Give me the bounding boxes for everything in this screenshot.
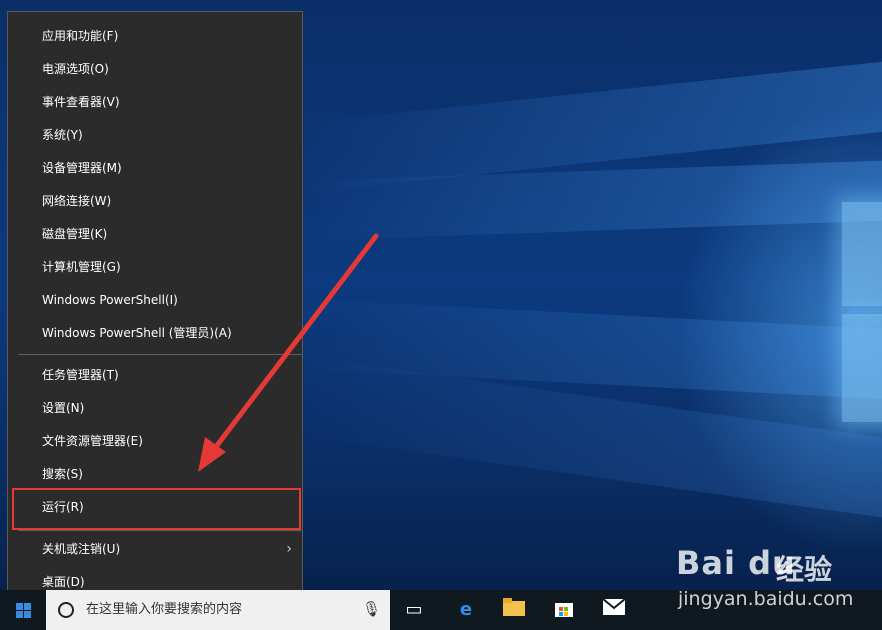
menu-item-label: 电源选项(O) [42,62,109,76]
menu-item-label: 设备管理器(M) [42,161,122,175]
start-logo-square [16,603,23,610]
menu-item-powershell-admin[interactable]: Windows PowerShell (管理员)(A) [8,317,302,350]
menu-item-label: 任务管理器(T) [42,368,119,382]
menu-item-label: 设置(N) [42,401,85,415]
menu-item-powershell[interactable]: Windows PowerShell(I) [8,284,302,317]
folder-shape [503,598,525,616]
run-highlight-box [12,488,301,530]
microphone-icon[interactable]: 🎙 [362,600,381,618]
menu-item-label: 磁盘管理(K) [42,227,108,241]
menu-item-computer-management[interactable]: 计算机管理(G) [8,251,302,284]
menu-item-label: 事件查看器(V) [42,95,120,109]
menu-item-apps-features[interactable]: 应用和功能(F) [8,20,302,53]
menu-item-event-viewer[interactable]: 事件查看器(V) [8,86,302,119]
windows-logo-glow [842,202,882,422]
envelope-shape [602,598,626,615]
menu-item-settings[interactable]: 设置(N) [8,392,302,425]
menu-item-search[interactable]: 搜索(S) [8,458,302,491]
menu-item-label: 系统(Y) [42,128,83,142]
menu-item-label: 应用和功能(F) [42,29,119,43]
edge-icon[interactable]: e [454,598,478,622]
menu-item-task-manager[interactable]: 任务管理器(T) [8,359,302,392]
menu-separator [18,530,302,531]
store-bag-shape [555,603,573,617]
chevron-right-icon: › [286,541,292,557]
baidu-jingyan-watermark: Bai du 经验 jingyan.baidu.com [676,536,882,630]
menu-item-label: Windows PowerShell (管理员)(A) [42,326,232,340]
menu-item-label: 文件资源管理器(E) [42,434,143,448]
menu-item-shutdown-signout[interactable]: 关机或注销(U) › [8,533,302,566]
search-placeholder: 在这里输入你要搜索的内容 [86,602,243,617]
winx-context-menu: 应用和功能(F) 电源选项(O) 事件查看器(V) 系统(Y) 设备管理器(M)… [7,11,303,607]
start-logo-square [24,603,31,610]
menu-item-device-manager[interactable]: 设备管理器(M) [8,152,302,185]
task-view-icon[interactable]: ▭ [402,598,426,622]
menu-item-label: 计算机管理(G) [42,260,121,274]
menu-item-label: 搜索(S) [42,467,83,481]
search-circle-icon [58,602,74,618]
mail-icon[interactable] [602,598,626,622]
menu-item-system[interactable]: 系统(Y) [8,119,302,152]
menu-separator [18,354,302,355]
start-logo-square [16,611,23,618]
store-icon[interactable] [552,598,576,622]
logo-pane-top [842,202,882,306]
menu-item-disk-management[interactable]: 磁盘管理(K) [8,218,302,251]
jingyan-brand: 经验 [776,553,833,586]
file-explorer-icon[interactable] [502,598,526,622]
menu-item-file-explorer[interactable]: 文件资源管理器(E) [8,425,302,458]
menu-item-label: 关机或注销(U) [42,542,121,556]
menu-item-label: 网络连接(W) [42,194,112,208]
search-box[interactable]: 在这里输入你要搜索的内容 🎙 [46,590,390,630]
watermark-url: jingyan.baidu.com [678,588,854,610]
menu-item-power-options[interactable]: 电源选项(O) [8,53,302,86]
menu-item-label: Windows PowerShell(I) [42,293,178,307]
menu-item-label: 桌面(D) [42,575,85,589]
windows-start-icon[interactable] [0,590,46,630]
menu-item-network-connections[interactable]: 网络连接(W) [8,185,302,218]
start-logo-square [24,611,31,618]
logo-pane-bottom [842,314,882,422]
